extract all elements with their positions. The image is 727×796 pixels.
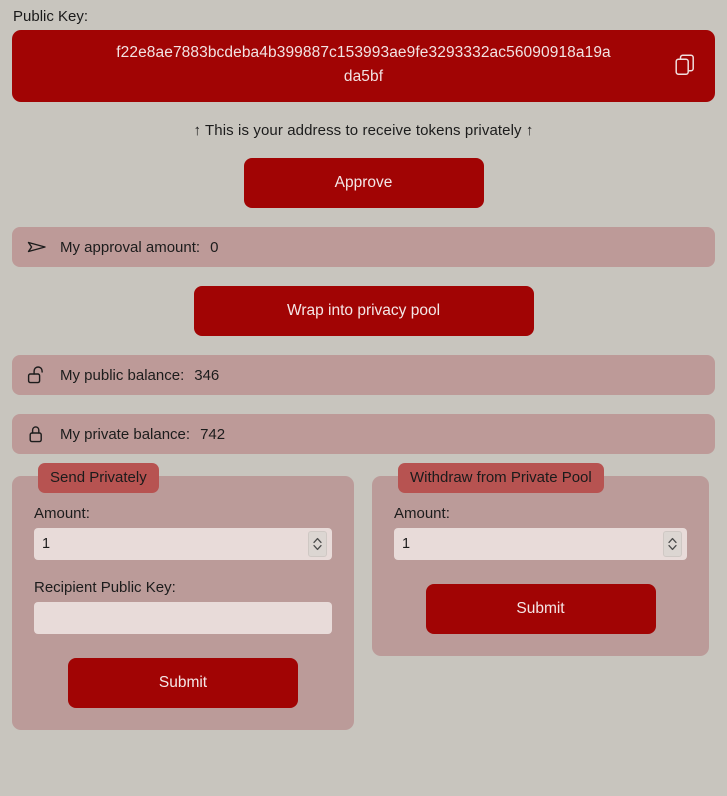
- public-key-box: f22e8ae7883bcdeba4b399887c153993ae9fe329…: [12, 30, 715, 102]
- withdraw-amount-input[interactable]: [394, 528, 687, 560]
- receive-address-hint: ↑ This is your address to receive tokens…: [193, 122, 534, 139]
- lock-icon: [26, 423, 48, 445]
- private-balance-value: 742: [200, 425, 226, 443]
- withdraw-submit-button[interactable]: Submit: [425, 584, 656, 634]
- withdraw-panel: Withdraw from Private Pool Amount: Submi…: [372, 463, 709, 656]
- wrap-button-container: Wrap into privacy pool: [12, 267, 715, 336]
- withdraw-submit-container: Submit: [394, 584, 687, 634]
- panels-container: Send Privately Amount: Recipient Public …: [12, 463, 715, 730]
- recipient-public-key-input[interactable]: [34, 602, 332, 634]
- private-balance-label: My private balance:: [60, 425, 191, 443]
- send-privately-legend: Send Privately: [38, 463, 159, 493]
- wallet-page: Public Key: f22e8ae7883bcdeba4b399887c15…: [0, 0, 727, 796]
- approve-button-container: Approve: [12, 139, 715, 208]
- wrap-into-privacy-pool-button[interactable]: Wrap into privacy pool: [193, 286, 534, 336]
- send-amount-input-wrap: [34, 528, 332, 560]
- public-key-value: f22e8ae7883bcdeba4b399887c153993ae9fe329…: [116, 44, 611, 85]
- send-submit-button[interactable]: Submit: [68, 658, 298, 708]
- send-submit-container: Submit: [34, 658, 332, 708]
- withdraw-amount-input-wrap: [394, 528, 687, 560]
- approval-amount-row: My approval amount: 0: [12, 227, 715, 267]
- withdraw-amount-stepper[interactable]: [663, 531, 682, 557]
- public-balance-label: My public balance:: [60, 366, 185, 384]
- send-privately-panel: Send Privately Amount: Recipient Public …: [12, 463, 354, 730]
- send-amount-stepper[interactable]: [308, 531, 327, 557]
- private-balance-row: My private balance: 742: [12, 414, 715, 454]
- withdraw-amount-label: Amount:: [394, 505, 450, 522]
- send-amount-input[interactable]: [34, 528, 332, 560]
- approve-button[interactable]: Approve: [243, 158, 484, 208]
- public-balance-row: My public balance: 346: [12, 355, 715, 395]
- approval-amount-value: 0: [210, 238, 219, 256]
- unlock-icon: [26, 364, 48, 386]
- copy-icon[interactable]: [675, 54, 697, 78]
- send-icon: [26, 236, 48, 258]
- public-key-label: Public Key:: [13, 8, 89, 25]
- public-balance-value: 346: [194, 366, 220, 384]
- approval-amount-label: My approval amount:: [60, 238, 201, 256]
- recipient-public-key-label: Recipient Public Key:: [34, 579, 176, 596]
- send-amount-label: Amount:: [34, 505, 90, 522]
- withdraw-legend: Withdraw from Private Pool: [398, 463, 604, 493]
- send-field-gap: [34, 560, 332, 574]
